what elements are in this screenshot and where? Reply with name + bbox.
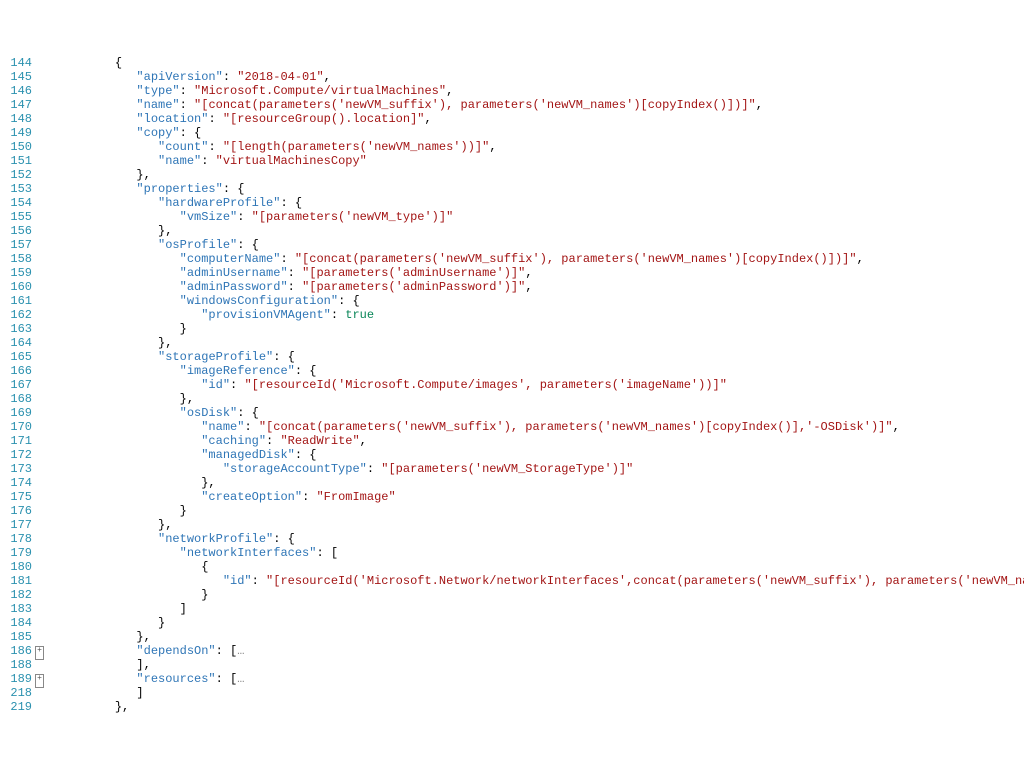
- code-line[interactable]: "managedDisk": {: [50, 448, 1024, 462]
- code-line[interactable]: "resources": […: [50, 672, 1024, 686]
- code-line[interactable]: "caching": "ReadWrite",: [50, 434, 1024, 448]
- code-line[interactable]: "vmSize": "[parameters('newVM_type')]": [50, 210, 1024, 224]
- code-line[interactable]: "osDisk": {: [50, 406, 1024, 420]
- code-line[interactable]: "windowsConfiguration": {: [50, 294, 1024, 308]
- code-line[interactable]: "name": "virtualMachinesCopy": [50, 154, 1024, 168]
- code-line[interactable]: "osProfile": {: [50, 238, 1024, 252]
- code-line[interactable]: "id": "[resourceId('Microsoft.Network/ne…: [50, 574, 1024, 588]
- line-number: 219: [0, 700, 32, 714]
- code-line[interactable]: "copy": {: [50, 126, 1024, 140]
- line-number: 158: [0, 252, 32, 266]
- line-number: 149: [0, 126, 32, 140]
- code-line[interactable]: },: [50, 224, 1024, 238]
- line-number: 160: [0, 280, 32, 294]
- line-number: 170: [0, 420, 32, 434]
- line-number: 153: [0, 182, 32, 196]
- code-line[interactable]: "name": "[concat(parameters('newVM_suffi…: [50, 98, 1024, 112]
- code-line[interactable]: ]: [50, 602, 1024, 616]
- code-line[interactable]: ]: [50, 686, 1024, 700]
- code-line[interactable]: "adminUsername": "[parameters('adminUser…: [50, 266, 1024, 280]
- code-line[interactable]: },: [50, 630, 1024, 644]
- line-number: 174: [0, 476, 32, 490]
- code-line[interactable]: },: [50, 336, 1024, 350]
- line-number: 189: [0, 672, 32, 686]
- line-number: 183: [0, 602, 32, 616]
- line-number: 155: [0, 210, 32, 224]
- code-line[interactable]: "name": "[concat(parameters('newVM_suffi…: [50, 420, 1024, 434]
- code-line[interactable]: "storageAccountType": "[parameters('newV…: [50, 462, 1024, 476]
- line-number: 150: [0, 140, 32, 154]
- code-line[interactable]: "computerName": "[concat(parameters('new…: [50, 252, 1024, 266]
- code-line[interactable]: "adminPassword": "[parameters('adminPass…: [50, 280, 1024, 294]
- line-number: 163: [0, 322, 32, 336]
- line-number: 175: [0, 490, 32, 504]
- line-number: 173: [0, 462, 32, 476]
- line-number: 165: [0, 350, 32, 364]
- line-number: 148: [0, 112, 32, 126]
- code-line[interactable]: "type": "Microsoft.Compute/virtualMachin…: [50, 84, 1024, 98]
- code-line[interactable]: },: [50, 476, 1024, 490]
- code-editor[interactable]: 1441451461471481491501511521531541551561…: [0, 56, 1024, 714]
- code-line[interactable]: },: [50, 392, 1024, 406]
- code-line[interactable]: },: [50, 168, 1024, 182]
- code-line[interactable]: {: [50, 56, 1024, 70]
- line-number: 184: [0, 616, 32, 630]
- line-number: 169: [0, 406, 32, 420]
- code-line[interactable]: "hardwareProfile": {: [50, 196, 1024, 210]
- line-number: 156: [0, 224, 32, 238]
- line-number: 168: [0, 392, 32, 406]
- code-line[interactable]: "dependsOn": […: [50, 644, 1024, 658]
- code-line[interactable]: "networkProfile": {: [50, 532, 1024, 546]
- code-line[interactable]: },: [50, 700, 1024, 714]
- line-number: 147: [0, 98, 32, 112]
- code-line[interactable]: "createOption": "FromImage": [50, 490, 1024, 504]
- line-number: 164: [0, 336, 32, 350]
- line-number: 188: [0, 658, 32, 672]
- line-number: 146: [0, 84, 32, 98]
- code-line[interactable]: {: [50, 560, 1024, 574]
- line-number: 180: [0, 560, 32, 574]
- line-number: 186: [0, 644, 32, 658]
- line-number: 162: [0, 308, 32, 322]
- code-line[interactable]: },: [50, 518, 1024, 532]
- line-number: 172: [0, 448, 32, 462]
- code-content[interactable]: { "apiVersion": "2018-04-01", "type": "M…: [46, 56, 1024, 714]
- code-line[interactable]: }: [50, 322, 1024, 336]
- code-line[interactable]: "imageReference": {: [50, 364, 1024, 378]
- line-number: 181: [0, 574, 32, 588]
- line-number: 167: [0, 378, 32, 392]
- code-line[interactable]: "networkInterfaces": [: [50, 546, 1024, 560]
- line-number: 185: [0, 630, 32, 644]
- line-number: 157: [0, 238, 32, 252]
- code-line[interactable]: "count": "[length(parameters('newVM_name…: [50, 140, 1024, 154]
- line-number: 145: [0, 70, 32, 84]
- line-number-gutter: 1441451461471481491501511521531541551561…: [0, 56, 34, 714]
- code-line[interactable]: }: [50, 504, 1024, 518]
- line-number: 182: [0, 588, 32, 602]
- line-number: 218: [0, 686, 32, 700]
- line-number: 152: [0, 168, 32, 182]
- code-line[interactable]: ],: [50, 658, 1024, 672]
- code-line[interactable]: }: [50, 616, 1024, 630]
- line-number: 154: [0, 196, 32, 210]
- code-line[interactable]: "id": "[resourceId('Microsoft.Compute/im…: [50, 378, 1024, 392]
- line-number: 161: [0, 294, 32, 308]
- line-number: 171: [0, 434, 32, 448]
- line-number: 176: [0, 504, 32, 518]
- line-number: 166: [0, 364, 32, 378]
- line-number: 159: [0, 266, 32, 280]
- code-line[interactable]: "storageProfile": {: [50, 350, 1024, 364]
- line-number: 151: [0, 154, 32, 168]
- code-line[interactable]: "apiVersion": "2018-04-01",: [50, 70, 1024, 84]
- line-number: 178: [0, 532, 32, 546]
- line-number: 144: [0, 56, 32, 70]
- code-line[interactable]: "provisionVMAgent": true: [50, 308, 1024, 322]
- code-line[interactable]: "location": "[resourceGroup().location]"…: [50, 112, 1024, 126]
- fold-column: ++: [34, 56, 46, 714]
- line-number: 179: [0, 546, 32, 560]
- code-line[interactable]: }: [50, 588, 1024, 602]
- code-line[interactable]: "properties": {: [50, 182, 1024, 196]
- line-number: 177: [0, 518, 32, 532]
